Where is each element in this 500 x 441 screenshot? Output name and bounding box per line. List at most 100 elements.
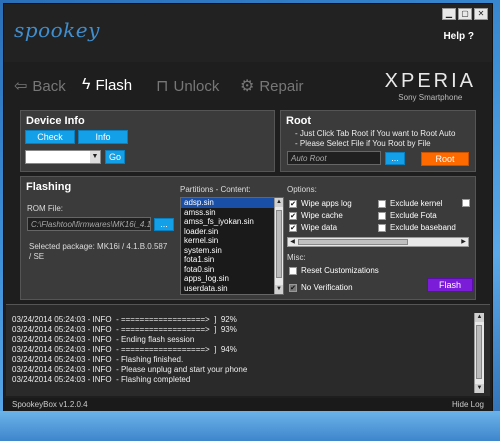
- check-button[interactable]: Check: [25, 130, 75, 144]
- option-checkbox[interactable]: Exclude Fota: [378, 211, 437, 220]
- app-logo: spookey: [14, 18, 100, 42]
- scroll-up-icon[interactable]: ▲: [275, 198, 283, 207]
- hscroll-thumb[interactable]: [298, 239, 408, 245]
- no-verification-checkbox[interactable]: ✔ No Verification: [289, 283, 353, 292]
- partitions-scrollbar[interactable]: ▲ ▼: [274, 198, 283, 294]
- nav-repair-label: Repair: [259, 77, 304, 95]
- partition-item[interactable]: amss_fs_iyokan.sin: [181, 217, 283, 227]
- back-arrow-icon: ⇦: [14, 78, 28, 95]
- option-checkbox[interactable]: ✔ Wipe apps log: [289, 199, 352, 208]
- option-label: Exclude baseband: [390, 223, 456, 232]
- info-button[interactable]: Info: [78, 130, 128, 144]
- checkbox-box: ✔: [289, 223, 297, 232]
- checkbox-box: ✔: [289, 211, 297, 220]
- nav-bar: ⇦ Back ϟ Flash ⊓ Unlock ⚙ Repair XPERIA …: [4, 64, 492, 108]
- log-line: 03/24/2014 05:24:03 - INFO - ===========…: [12, 315, 237, 324]
- checkbox-box: [378, 199, 386, 208]
- scroll-thumb[interactable]: [476, 325, 482, 379]
- device-info-title: Device Info: [26, 115, 85, 127]
- option-checkbox[interactable]: ✔ Wipe cache: [289, 211, 343, 220]
- rom-browse-button[interactable]: ...: [154, 218, 174, 231]
- partition-item[interactable]: system.sin: [181, 246, 283, 256]
- root-button[interactable]: Root: [421, 152, 469, 166]
- partition-item[interactable]: loader.sin: [181, 227, 283, 237]
- root-browse-button[interactable]: ...: [385, 152, 405, 165]
- device-combo[interactable]: ▼: [25, 150, 101, 164]
- extra-option-checkbox[interactable]: [462, 199, 470, 207]
- flash-button[interactable]: Flash: [427, 278, 473, 292]
- log-line: 03/24/2014 05:24:03 - INFO - Flashing co…: [12, 375, 191, 384]
- nav-back-label: Back: [32, 77, 66, 95]
- package-line-2: / SE: [29, 252, 45, 261]
- scroll-down-icon[interactable]: ▼: [475, 384, 484, 393]
- option-checkbox[interactable]: Exclude baseband: [378, 223, 456, 232]
- scroll-left-icon[interactable]: ◀: [288, 238, 297, 246]
- reset-customizations-label: Reset Customizations: [301, 266, 379, 275]
- status-bar: SpookeyBox v1.2.0.4 Hide Log: [4, 398, 492, 411]
- minimize-button[interactable]: ▁: [442, 8, 456, 20]
- partition-item[interactable]: amss.sin: [181, 208, 283, 218]
- root-file-field[interactable]: Auto Root: [287, 151, 381, 165]
- option-checkbox[interactable]: ✔ Wipe data: [289, 223, 337, 232]
- option-label: Wipe cache: [301, 211, 343, 220]
- checkbox-box: ✔: [289, 283, 297, 292]
- partition-item[interactable]: kernel.sin: [181, 236, 283, 246]
- options-hscrollbar[interactable]: ◀ ▶: [287, 237, 469, 247]
- hide-log-link[interactable]: Hide Log: [452, 400, 484, 409]
- partition-item[interactable]: fota0.sin: [181, 265, 283, 275]
- option-label: Exclude kernel: [390, 199, 443, 208]
- partition-item[interactable]: adsp.sin: [181, 198, 283, 208]
- partitions-list[interactable]: adsp.sin amss.sin amss_fs_iyokan.sin loader…: [180, 197, 284, 295]
- package-line-1: Selected package: MK16i / 4.1.B.0.587: [29, 242, 168, 251]
- window-controls: ▁ ▢ ✕: [442, 8, 488, 20]
- root-title: Root: [286, 115, 312, 127]
- log-line: 03/24/2014 05:24:03 - INFO - Ending flas…: [12, 335, 195, 344]
- root-note-2: - Please Select File if You Root by File: [295, 139, 431, 148]
- options-label: Options:: [287, 185, 317, 194]
- partition-item[interactable]: apps_log.sin: [181, 274, 283, 284]
- nav-back[interactable]: ⇦ Back: [14, 76, 66, 96]
- restore-button[interactable]: ▢: [458, 8, 472, 20]
- log-line: 03/24/2014 05:24:03 - INFO - Flashing fi…: [12, 355, 184, 364]
- flashing-title: Flashing: [26, 181, 72, 193]
- go-button[interactable]: Go: [105, 150, 125, 164]
- nav-repair[interactable]: ⚙ Repair: [240, 76, 304, 96]
- root-panel: Root - Just Click Tab Root if You want t…: [280, 110, 476, 172]
- checkbox-box: [462, 199, 470, 207]
- nav-flash-label: Flash: [95, 76, 133, 94]
- partition-item[interactable]: fota1.sin: [181, 255, 283, 265]
- scroll-up-icon[interactable]: ▲: [475, 313, 484, 322]
- nav-flash[interactable]: ϟ Flash: [82, 76, 132, 94]
- option-label: Wipe apps log: [301, 199, 352, 208]
- chevron-down-icon: ▼: [90, 151, 100, 163]
- rom-file-field[interactable]: C:\Flashtool\firmwares\MK16i_4.1: [27, 217, 151, 231]
- flashing-panel: Flashing ROM File: C:\Flashtool\firmware…: [20, 176, 476, 300]
- option-label: Wipe data: [301, 223, 338, 232]
- checkbox-box: ✔: [289, 199, 297, 208]
- xperia-logo: XPERIA: [384, 70, 476, 92]
- reset-customizations-checkbox[interactable]: Reset Customizations: [289, 266, 379, 275]
- close-button[interactable]: ✕: [474, 8, 488, 20]
- misc-label: Misc:: [287, 253, 306, 262]
- xperia-subtitle: Sony Smartphone: [398, 93, 463, 102]
- flash-icon: ϟ: [82, 76, 91, 93]
- checkbox-box: [378, 211, 386, 220]
- partition-item[interactable]: userdata.sin: [181, 284, 283, 294]
- option-label: Exclude Fota: [390, 211, 437, 220]
- version-label: SpookeyBox v1.2.0.4: [12, 400, 88, 409]
- padlock-icon: ⊓: [156, 78, 169, 95]
- option-checkbox[interactable]: Exclude kernel: [378, 199, 442, 208]
- scroll-down-icon[interactable]: ▼: [275, 285, 283, 294]
- log-scrollbar[interactable]: ▲ ▼: [474, 313, 484, 393]
- scroll-thumb[interactable]: [276, 210, 282, 278]
- log-line: 03/24/2014 05:24:03 - INFO - ===========…: [12, 325, 237, 334]
- help-link[interactable]: Help ?: [443, 31, 474, 42]
- nav-unlock[interactable]: ⊓ Unlock: [156, 76, 219, 96]
- partitions-label: Partitions - Content:: [180, 185, 251, 194]
- title-bar: spookey ▁ ▢ ✕ Help ?: [4, 4, 492, 62]
- log-panel: 03/24/2014 05:24:03 - INFO - ===========…: [6, 304, 490, 396]
- root-note-1: - Just Click Tab Root if You want to Roo…: [295, 129, 456, 138]
- scroll-right-icon[interactable]: ▶: [459, 238, 468, 246]
- log-lines: 03/24/2014 05:24:03 - INFO - ===========…: [12, 315, 247, 385]
- log-line: 03/24/2014 05:24:03 - INFO - Please unpl…: [12, 365, 248, 374]
